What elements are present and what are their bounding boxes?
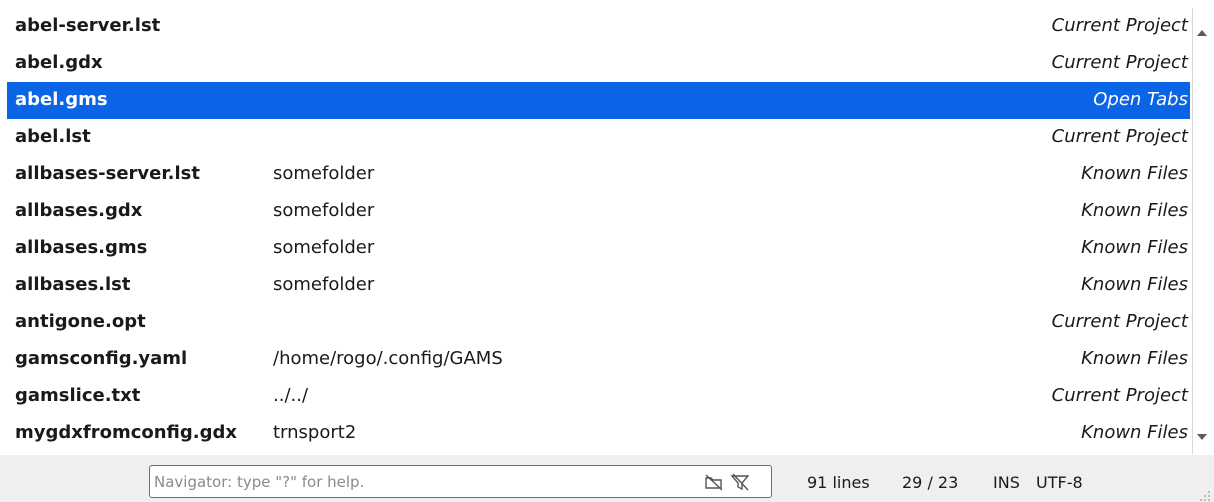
file-source: Current Project [1051, 126, 1188, 147]
file-path: trnsport2 [273, 422, 357, 443]
list-item[interactable]: gamsconfig.yaml/home/rogo/.config/GAMS Kn… [7, 341, 1190, 378]
file-path: somefolder [273, 200, 375, 221]
file-path: /home/rogo/.config/GAMS [273, 348, 503, 369]
filter-off-icon[interactable] [730, 472, 750, 492]
list-item[interactable]: abel.gdx Current Project [7, 45, 1190, 82]
file-source: Open Tabs [1093, 89, 1188, 110]
file-name: allbases-server.lst [15, 163, 201, 184]
scroll-down-arrow-icon[interactable] [1197, 434, 1207, 440]
resize-grip-icon[interactable] [1199, 487, 1211, 501]
file-source: Known Files [1081, 237, 1188, 258]
list-item[interactable]: antigone.opt Current Project [7, 304, 1190, 341]
encoding: UTF-8 [1036, 473, 1083, 492]
file-source: Known Files [1081, 274, 1188, 295]
insert-mode: INS [993, 473, 1020, 492]
file-source: Current Project [1051, 385, 1188, 406]
file-source: Current Project [1051, 311, 1188, 332]
file-name: abel.gdx [15, 52, 103, 73]
scroll-up-arrow-icon[interactable] [1197, 30, 1207, 36]
file-source: Known Files [1081, 163, 1188, 184]
list-item[interactable]: abel.gms Open Tabs [7, 82, 1190, 119]
file-source: Known Files [1081, 422, 1188, 443]
list-item[interactable]: allbases.lst somefolder Known Files [7, 267, 1190, 304]
file-path: somefolder [273, 163, 375, 184]
file-name: allbases.gms [15, 237, 148, 258]
file-name: allbases.gdx [15, 200, 143, 221]
list-item[interactable]: allbases-server.lst somefolder Known Files [7, 156, 1190, 193]
file-name: abel.gms [15, 89, 108, 110]
list-item[interactable]: allbases.gdx somefolder Known Files [7, 193, 1190, 230]
file-source: Known Files [1081, 200, 1188, 221]
list-item[interactable]: abel-server.lst Current Project [7, 8, 1190, 45]
file-list: abel-server.lst Current Project abel.gdx Cu… [7, 8, 1190, 454]
file-name: abel-server.lst [15, 15, 161, 36]
list-item[interactable]: allbases.gms somefolder Known Files [7, 230, 1190, 267]
list-item[interactable]: abel.lst Current Project [7, 119, 1190, 156]
line-count: 91 lines [807, 473, 870, 492]
folder-off-icon[interactable] [704, 472, 724, 492]
file-name: gamsconfig.yaml [15, 348, 188, 369]
file-name: mygdxfromconfig.gdx [15, 422, 237, 443]
file-source: Known Files [1081, 348, 1188, 369]
file-name: antigone.opt [15, 311, 146, 332]
file-path: somefolder [273, 274, 375, 295]
file-path: ../../ [273, 385, 309, 406]
file-name: abel.lst [15, 126, 91, 147]
file-source: Current Project [1051, 15, 1188, 36]
cursor-position: 29 / 23 [902, 473, 959, 492]
vertical-scrollbar[interactable] [1192, 8, 1212, 454]
file-name: allbases.lst [15, 274, 131, 295]
file-name: gamslice.txt [15, 385, 141, 406]
list-item[interactable]: gamslice.txt ../../ Current Project [7, 378, 1190, 415]
list-item[interactable]: mygdxfromconfig.gdx trnsport2 Known Files [7, 415, 1190, 452]
file-source: Current Project [1051, 52, 1188, 73]
navigator-box[interactable] [149, 465, 772, 498]
file-path: somefolder [273, 237, 375, 258]
navigator-input[interactable] [154, 470, 694, 494]
status-bar: 91 lines 29 / 23 INS UTF-8 [0, 455, 1214, 502]
